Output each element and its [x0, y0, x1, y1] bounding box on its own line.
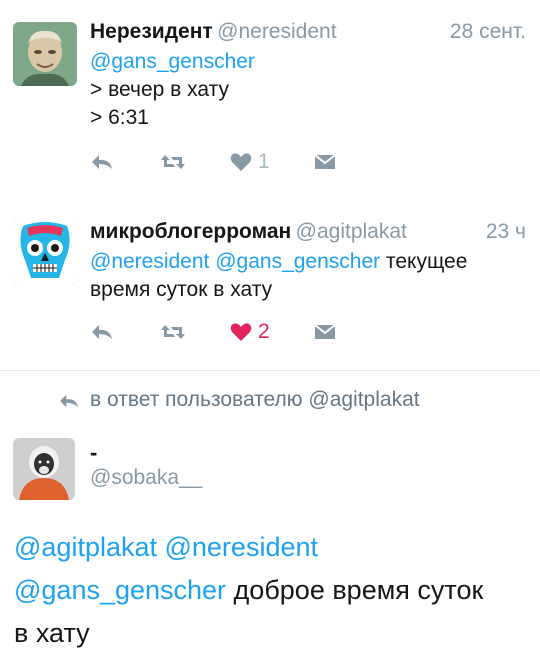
- like-count: 2: [258, 320, 270, 343]
- dm-button[interactable]: [314, 323, 336, 341]
- timestamp[interactable]: 23 ч: [486, 220, 526, 244]
- direct-message-icon: [314, 324, 336, 339]
- heart-icon: [230, 153, 252, 171]
- reply-arrow-icon: [92, 325, 112, 339]
- reply-arrow-icon: [60, 394, 78, 408]
- direct-message-icon: [314, 154, 336, 169]
- like-count: 1: [258, 150, 270, 173]
- mention-link[interactable]: @agitplakat @neresident: [14, 532, 318, 562]
- author-handle[interactable]: @neresident: [217, 20, 336, 43]
- retweet-icon: [161, 325, 185, 339]
- dm-button[interactable]: [314, 153, 336, 171]
- author-name[interactable]: -: [90, 440, 97, 466]
- text-line: > 6:31: [90, 106, 149, 129]
- avatar[interactable]: [13, 438, 75, 500]
- reply-context: в ответ пользователю @agitplakat: [0, 386, 540, 418]
- author-handle[interactable]: @agitplakat: [296, 220, 407, 243]
- avatar[interactable]: [13, 220, 77, 284]
- tweet-text: @gans_genscher > вечер в хату > 6:31: [90, 48, 526, 132]
- timestamp[interactable]: 28 сент.: [450, 20, 526, 44]
- mention-link[interactable]: @gans_genscher: [90, 50, 255, 73]
- tweet-text: @agitplakat @neresident @gans_genscher д…: [14, 526, 526, 655]
- text-line: в хату: [14, 618, 90, 648]
- like-button[interactable]: 1: [230, 150, 270, 174]
- author-name[interactable]: Нерезидент: [90, 20, 213, 43]
- reply-button[interactable]: [90, 152, 114, 172]
- author-handle[interactable]: @sobaka__: [90, 466, 202, 490]
- reply-button[interactable]: [90, 322, 114, 342]
- text-line: время суток в хату: [90, 278, 273, 301]
- mention-link[interactable]: @gans_genscher: [14, 575, 226, 605]
- retweet-icon: [161, 155, 185, 169]
- mention-link[interactable]: @neresident @gans_genscher: [90, 250, 380, 273]
- reply-context-text[interactable]: в ответ пользователю @agitplakat: [90, 388, 420, 412]
- reply-arrow-icon: [92, 155, 112, 169]
- tweet-text: @neresident @gans_genscher текущее время…: [90, 248, 526, 304]
- avatar[interactable]: [13, 22, 77, 86]
- text-fragment: текущее: [380, 250, 468, 273]
- text-fragment: доброе время суток: [226, 575, 484, 605]
- heart-icon: [230, 323, 252, 341]
- author-name[interactable]: микроблогерроман: [90, 220, 291, 243]
- retweet-button[interactable]: [160, 322, 186, 342]
- text-line: > вечер в хату: [90, 78, 229, 101]
- tweet[interactable]: Нерезидент @neresident 28 сент. @gans_ge…: [0, 0, 540, 198]
- divider: [0, 370, 540, 371]
- like-button[interactable]: 2: [230, 320, 270, 344]
- retweet-button[interactable]: [160, 152, 186, 172]
- tweet[interactable]: микроблогерроман @agitplakat 23 ч @neres…: [0, 198, 540, 370]
